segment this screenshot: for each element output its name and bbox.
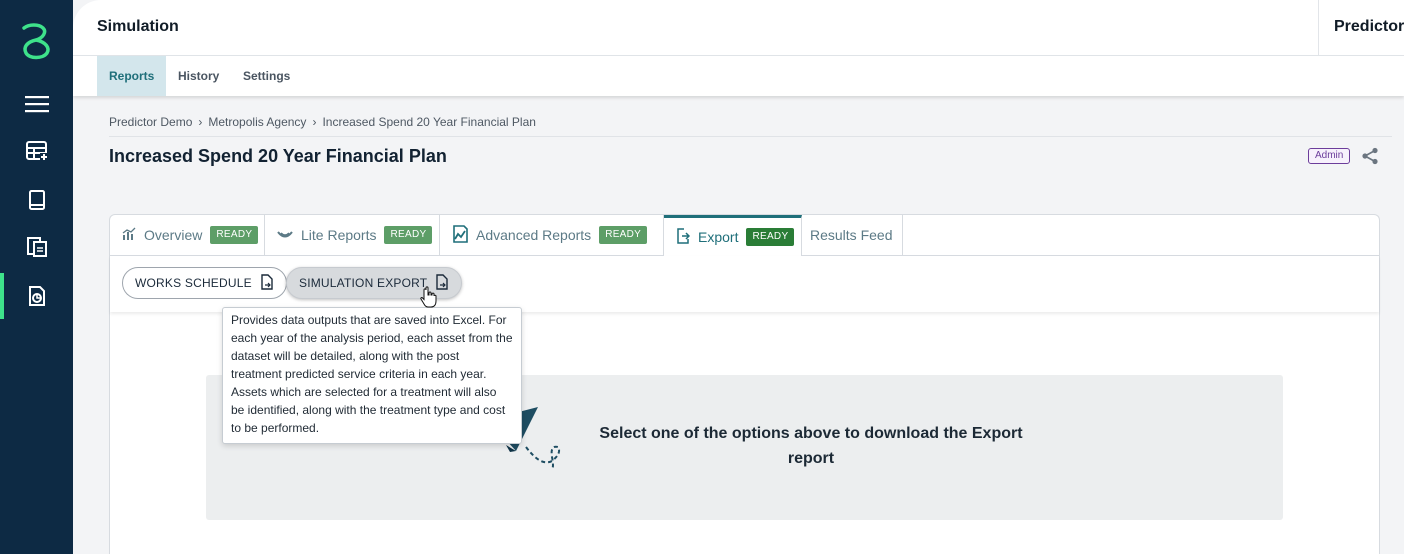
breadcrumb-item[interactable]: Predictor Demo xyxy=(109,115,192,129)
tab-label: Lite Reports xyxy=(301,227,377,243)
breadcrumb-item-current: Increased Spend 20 Year Financial Plan xyxy=(322,115,536,129)
header-title: Simulation xyxy=(97,18,179,35)
simulation-report-icon[interactable] xyxy=(0,273,73,319)
data-table-icon[interactable] xyxy=(0,128,73,174)
documents-icon[interactable] xyxy=(0,224,73,270)
report-tabs: Overview READY Lite Reports READY Advanc… xyxy=(110,215,1379,256)
status-badge: READY xyxy=(384,226,433,244)
status-badge: READY xyxy=(210,226,259,244)
admin-badge: Admin xyxy=(1308,148,1351,164)
subnav-settings[interactable]: Settings xyxy=(231,56,302,96)
tab-label: Export xyxy=(698,229,739,245)
chart-icon xyxy=(122,227,136,244)
tab-export[interactable]: Export READY xyxy=(664,215,802,256)
side-rail xyxy=(0,0,73,554)
subnav-reports[interactable]: Reports xyxy=(97,56,167,96)
export-icon xyxy=(676,227,691,247)
tab-lite-reports[interactable]: Lite Reports READY xyxy=(265,215,440,255)
tab-label: Overview xyxy=(144,227,203,243)
empty-state-message: Select one of the options above to downl… xyxy=(599,425,1023,467)
breadcrumb-divider xyxy=(109,136,1392,137)
top-header: Simulation Predictor xyxy=(73,0,1404,56)
tab-label: Advanced Reports xyxy=(476,227,592,243)
works-schedule-button[interactable]: WORKS SCHEDULE xyxy=(122,267,287,299)
button-label: SIMULATION EXPORT xyxy=(299,276,428,290)
share-icon[interactable] xyxy=(1361,147,1379,170)
breadcrumb-item[interactable]: Metropolis Agency xyxy=(208,115,306,129)
chevron-right-icon: › xyxy=(198,115,203,129)
menu-icon[interactable] xyxy=(0,81,73,127)
tab-advanced-reports[interactable]: Advanced Reports READY xyxy=(440,215,664,255)
header-divider xyxy=(1318,0,1319,56)
page-title: Increased Spend 20 Year Financial Plan xyxy=(109,146,447,166)
tab-results-feed[interactable]: Results Feed xyxy=(802,215,903,255)
simulation-export-tooltip: Provides data outputs that are saved int… xyxy=(222,307,522,444)
breadcrumb: Predictor Demo › Metropolis Agency › Inc… xyxy=(109,115,536,129)
document-icon xyxy=(260,273,274,293)
app-logo-icon[interactable] xyxy=(17,20,55,62)
export-options-toolbar: WORKS SCHEDULE SIMULATION EXPORT xyxy=(110,256,1379,312)
tab-overview[interactable]: Overview READY xyxy=(110,215,265,255)
lite-reports-icon xyxy=(277,227,293,243)
sub-navigation: Reports History Settings xyxy=(73,56,1404,96)
header-right-title: Predictor xyxy=(1334,18,1404,35)
chevron-right-icon: › xyxy=(312,115,317,129)
advanced-reports-icon xyxy=(452,224,468,246)
book-icon[interactable] xyxy=(0,177,73,223)
hand-cursor-icon xyxy=(420,286,438,313)
subnav-history[interactable]: History xyxy=(166,56,231,96)
button-label: WORKS SCHEDULE xyxy=(135,276,252,290)
status-badge: READY xyxy=(746,228,795,246)
status-badge: READY xyxy=(599,226,648,244)
tab-label: Results Feed xyxy=(810,227,893,243)
